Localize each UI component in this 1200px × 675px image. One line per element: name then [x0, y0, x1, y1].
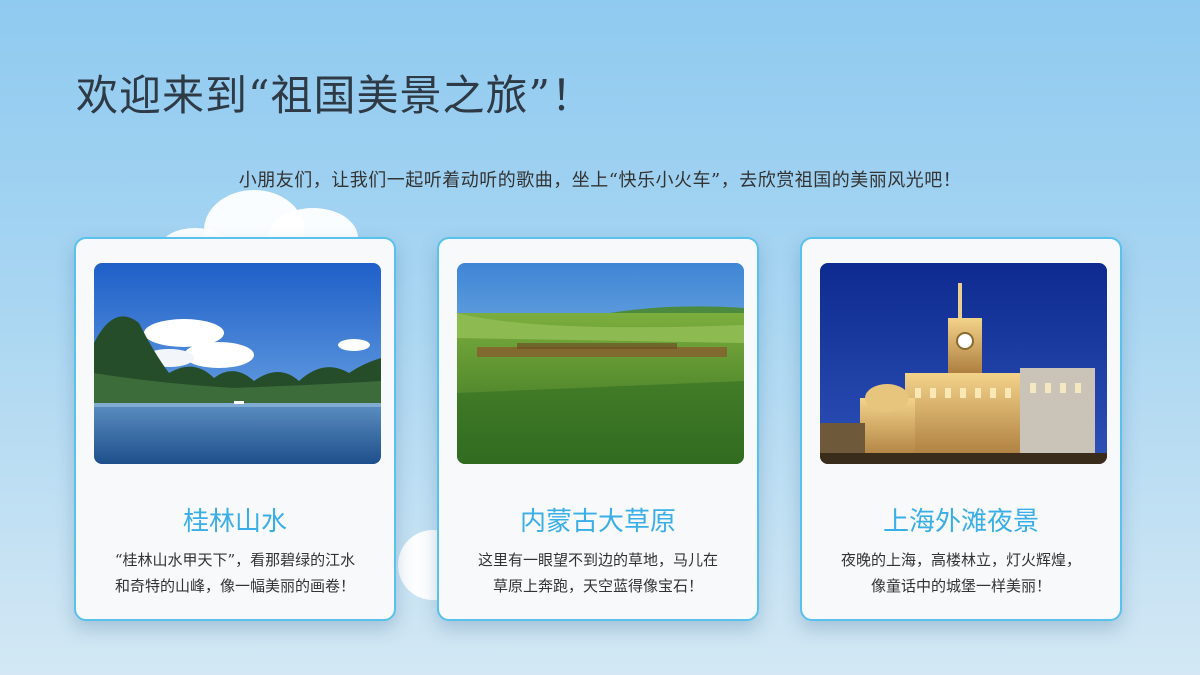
destination-card-grassland[interactable]: 内蒙古大草原 这里有一眼望不到边的草地，马儿在 草原上奔跑，天空蓝得像宝石！ — [437, 237, 759, 621]
card-title: 桂林山水 — [182, 507, 287, 537]
card-description: “桂林山水甲天下”，看那碧绿的江水 和奇特的山峰，像一幅美丽的画卷！ — [92, 547, 378, 599]
guilin-river-photo — [94, 263, 381, 464]
card-title: 上海外滩夜景 — [882, 507, 1039, 537]
card-description-line: 夜晚的上海，高楼林立，灯火辉煌， — [840, 551, 1081, 569]
card-description-line: 像童话中的城堡一样美丽！ — [870, 577, 1051, 595]
destination-card-bund[interactable]: 上海外滩夜景 夜晚的上海，高楼林立，灯火辉煌， 像童话中的城堡一样美丽！ — [800, 237, 1122, 621]
card-description: 这里有一眼望不到边的草地，马儿在 草原上奔跑，天空蓝得像宝石！ — [455, 547, 741, 599]
card-description: 夜晚的上海，高楼林立，灯火辉煌， 像童话中的城堡一样美丽！ — [818, 547, 1104, 599]
page-title: 欢迎来到“祖国美景之旅”！ — [76, 71, 594, 120]
card-description-line: “桂林山水甲天下”，看那碧绿的江水 — [114, 551, 356, 569]
card-title: 内蒙古大草原 — [519, 507, 676, 537]
page-subtitle: 小朋友们，让我们一起听着动听的歌曲，坐上“快乐小火车”，去欣赏祖国的美丽风光吧！ — [238, 170, 962, 191]
destination-card-guilin[interactable]: 桂林山水 “桂林山水甲天下”，看那碧绿的江水 和奇特的山峰，像一幅美丽的画卷！ — [74, 237, 396, 621]
bund-night-photo — [820, 263, 1107, 464]
card-description-line: 草原上奔跑，天空蓝得像宝石！ — [492, 577, 703, 595]
grassland-photo — [457, 263, 744, 464]
card-description-line: 这里有一眼望不到边的草地，马儿在 — [477, 551, 718, 569]
card-description-line: 和奇特的山峰，像一幅美丽的画卷！ — [114, 577, 355, 595]
